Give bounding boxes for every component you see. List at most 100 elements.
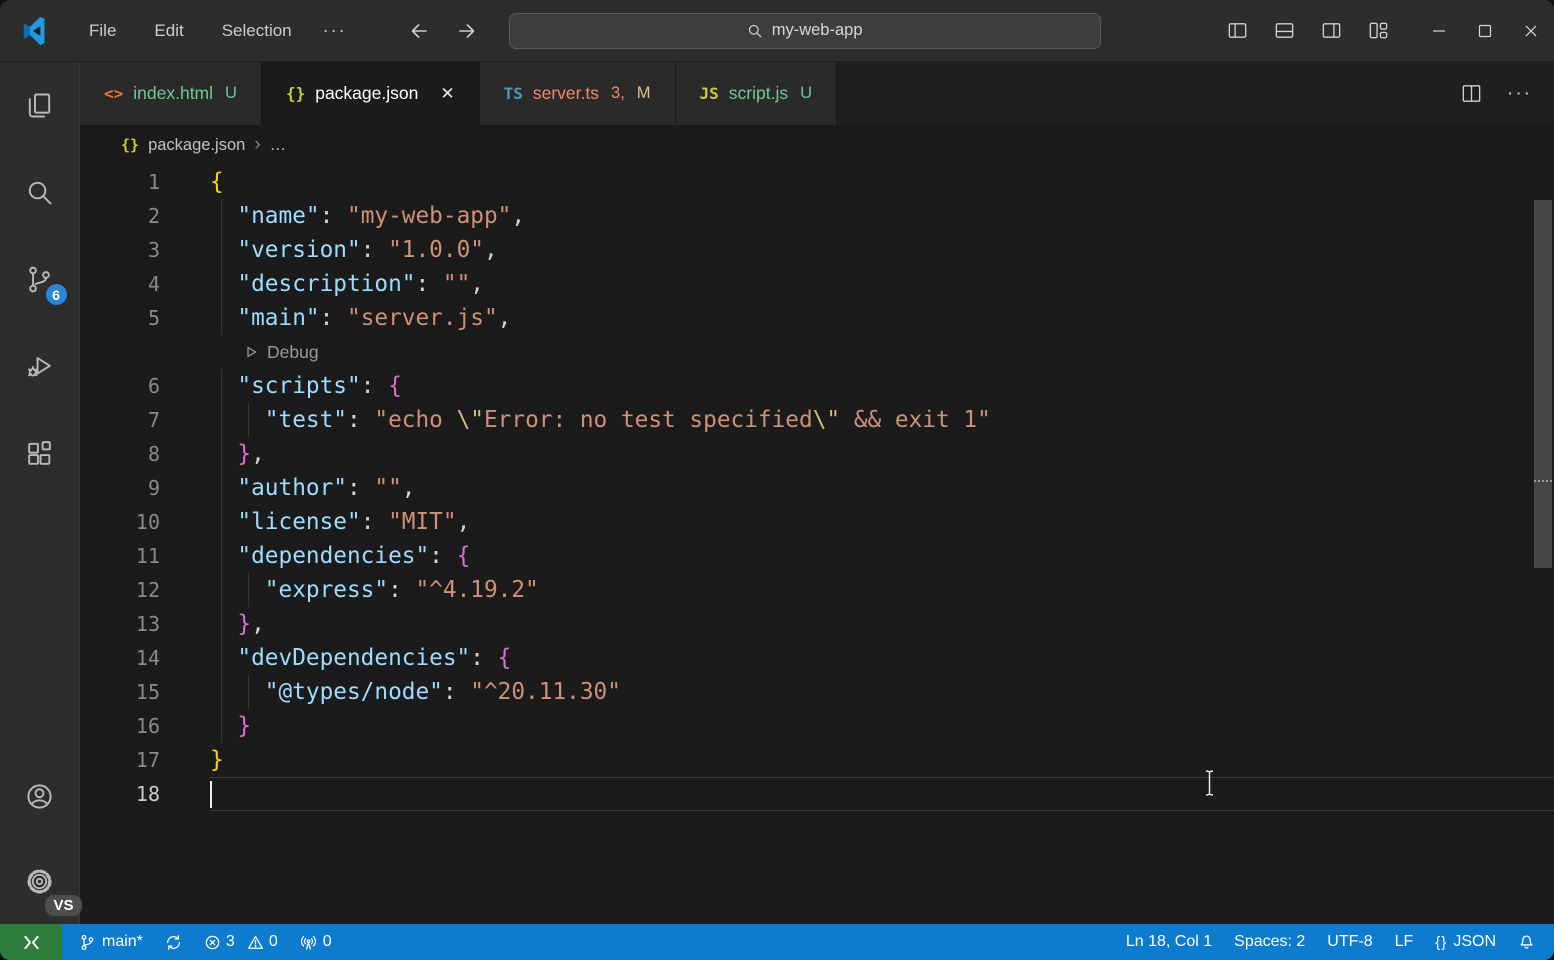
- search-button[interactable]: [0, 149, 80, 236]
- account-button[interactable]: [0, 754, 80, 839]
- search-value: my-web-app: [772, 21, 863, 40]
- scm-badge: 6: [44, 282, 69, 307]
- status-label: main*: [102, 933, 143, 951]
- code-line[interactable]: 10 "license": "MIT",: [80, 505, 1554, 539]
- activity-bar: 6 VS: [0, 62, 80, 924]
- source-control-button[interactable]: 6: [0, 236, 80, 323]
- menu-file[interactable]: File: [70, 14, 135, 48]
- tab-package-json[interactable]: {}package.json✕: [262, 62, 480, 125]
- remote-indicator[interactable]: [0, 924, 62, 960]
- toggle-primary-sidebar-icon[interactable]: [1226, 19, 1249, 42]
- explorer-button[interactable]: [0, 62, 80, 149]
- breadcrumb[interactable]: {} package.json › …: [80, 125, 1554, 165]
- code-line[interactable]: 12 "express": "^4.19.2": [80, 573, 1554, 607]
- code-line[interactable]: 4 "description": "",: [80, 267, 1554, 301]
- maximize-button[interactable]: [1462, 0, 1508, 62]
- settings-button[interactable]: VS: [0, 839, 80, 924]
- code-line[interactable]: 13 },: [80, 607, 1554, 641]
- code-line[interactable]: 15 "@types/node": "^20.11.30": [80, 675, 1554, 709]
- search-icon: [24, 177, 55, 208]
- code-line[interactable]: 2 "name": "my-web-app",: [80, 199, 1554, 233]
- sync-changes[interactable]: [154, 924, 193, 960]
- code-line[interactable]: 16 }: [80, 709, 1554, 743]
- line-number: 9: [80, 471, 160, 505]
- forward-arrow-icon[interactable]: [455, 19, 479, 43]
- minimize-button[interactable]: [1416, 0, 1462, 62]
- language-mode[interactable]: {}JSON: [1424, 924, 1507, 960]
- tab-index-html[interactable]: <>index.htmlU: [80, 62, 262, 125]
- indent-guide: [221, 199, 222, 233]
- breadcrumb-file[interactable]: package.json: [148, 136, 245, 155]
- sync-icon: [165, 934, 182, 951]
- encoding[interactable]: UTF-8: [1316, 924, 1383, 960]
- scrollbar-marker: [1534, 480, 1552, 482]
- account-icon: [24, 781, 55, 812]
- tab-decoration: 3,: [611, 84, 625, 103]
- line-number: [80, 335, 160, 369]
- status-label: JSON: [1453, 933, 1496, 951]
- menu-selection[interactable]: Selection: [203, 14, 311, 48]
- tab-label: server.ts: [533, 83, 599, 104]
- indent-guide: [221, 437, 222, 471]
- back-arrow-icon[interactable]: [407, 19, 431, 43]
- menu-overflow[interactable]: ···: [311, 13, 359, 48]
- forwarded-ports[interactable]: 0: [289, 924, 343, 960]
- code-line[interactable]: 8 },: [80, 437, 1554, 471]
- tab-server-ts[interactable]: TS server.ts 3, M: [480, 62, 676, 125]
- notifications[interactable]: [1507, 924, 1546, 960]
- line-number: 18: [80, 777, 160, 811]
- code-editor[interactable]: 1{2 "name": "my-web-app",3 "version": "1…: [80, 165, 1554, 924]
- indentation[interactable]: Spaces: 2: [1223, 924, 1316, 960]
- bell-icon: [1518, 934, 1535, 951]
- warning-icon: [247, 934, 264, 951]
- code-line[interactable]: 6 "scripts": {: [80, 369, 1554, 403]
- menu-edit[interactable]: Edit: [135, 14, 202, 48]
- indent-guide: [221, 573, 222, 607]
- tab-label: script.js: [729, 83, 788, 104]
- more-actions-icon[interactable]: ···: [1507, 83, 1532, 105]
- line-number: 10: [80, 505, 160, 539]
- line-number: 2: [80, 199, 160, 233]
- indent-guide: [248, 675, 249, 709]
- indent-guide: [221, 267, 222, 301]
- code-line[interactable]: 7 "test": "echo \"Error: no test specifi…: [80, 403, 1554, 437]
- line-number: 17: [80, 743, 160, 777]
- customize-layout-icon[interactable]: [1367, 19, 1390, 42]
- code-line[interactable]: 17}: [80, 743, 1554, 777]
- toggle-panel-icon[interactable]: [1273, 19, 1296, 42]
- extensions-button[interactable]: [0, 410, 80, 497]
- chevron-right-icon: ›: [254, 134, 260, 156]
- toggle-secondary-sidebar-icon[interactable]: [1320, 19, 1343, 42]
- breadcrumb-more[interactable]: …: [270, 136, 287, 155]
- indent-guide: [221, 471, 222, 505]
- tab-decoration: M: [637, 84, 651, 103]
- indent-guide: [221, 505, 222, 539]
- code-line[interactable]: 11 "dependencies": {: [80, 539, 1554, 573]
- vertical-scrollbar[interactable]: [1534, 200, 1552, 568]
- tab-script-js[interactable]: JSscript.jsU: [676, 62, 838, 125]
- titlebar: FileEditSelection ··· my-web-app: [0, 0, 1554, 62]
- ts-icon: TS: [504, 84, 523, 103]
- close-icon[interactable]: ✕: [440, 84, 454, 104]
- count-label: 0: [269, 933, 278, 951]
- git-branch[interactable]: main*: [68, 924, 154, 960]
- problems[interactable]: 30: [193, 924, 289, 960]
- run-debug-button[interactable]: [0, 323, 80, 410]
- code-line[interactable]: 5 "main": "server.js",: [80, 301, 1554, 335]
- close-button[interactable]: [1508, 0, 1554, 62]
- eol-sequence[interactable]: LF: [1384, 924, 1425, 960]
- line-number: 4: [80, 267, 160, 301]
- command-center-search[interactable]: my-web-app: [509, 13, 1101, 49]
- split-editor-icon[interactable]: [1460, 82, 1483, 105]
- code-line[interactable]: 3 "version": "1.0.0",: [80, 233, 1554, 267]
- debug-codelens[interactable]: Debug: [243, 335, 1554, 369]
- code-line[interactable]: 9 "author": "",: [80, 471, 1554, 505]
- code-line[interactable]: 14 "devDependencies": {: [80, 641, 1554, 675]
- line-number: 3: [80, 233, 160, 267]
- code-line[interactable]: 18: [80, 777, 1554, 811]
- menubar: FileEditSelection: [70, 14, 311, 48]
- status-label: Ln 18, Col 1: [1126, 933, 1212, 951]
- cursor-position[interactable]: Ln 18, Col 1: [1115, 924, 1223, 960]
- indent-guide: [221, 403, 222, 437]
- code-line[interactable]: 1{: [80, 165, 1554, 199]
